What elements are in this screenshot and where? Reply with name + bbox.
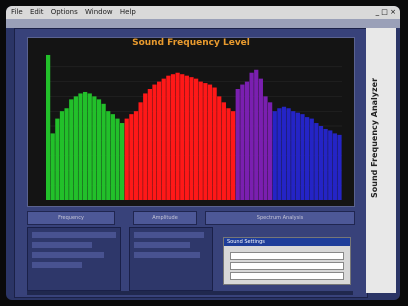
chart-bar [337, 134, 342, 200]
chart-bar [221, 102, 226, 200]
chart-bar [281, 106, 287, 200]
chart-bar [143, 93, 148, 200]
chart-bar [323, 128, 328, 200]
list-item[interactable] [134, 242, 190, 248]
menu-item-file[interactable]: File [11, 8, 23, 16]
chart-bar [166, 75, 171, 200]
chart-bar [106, 111, 111, 200]
chart-bar [120, 123, 125, 200]
chart-bar [240, 84, 245, 200]
menubar: File Edit Options Window Help _ □ × [6, 6, 400, 19]
chart-bar [295, 112, 300, 200]
chart-bar [175, 72, 180, 200]
chart-bar [309, 118, 314, 200]
chart-bar [87, 93, 92, 200]
chart-bar [129, 114, 134, 200]
chart-bar [161, 78, 166, 200]
chart-bar [277, 108, 282, 200]
dialog-title: Sound Settings [224, 238, 350, 246]
chart-bar [244, 81, 250, 200]
chart-title: Sound Frequency Level [132, 38, 250, 48]
chart-bar [203, 83, 208, 200]
chart-bar [328, 130, 333, 200]
dialog-field[interactable] [230, 272, 344, 280]
chart-bar [305, 117, 310, 200]
dialog-field[interactable] [230, 252, 344, 260]
chart-bar [212, 87, 217, 200]
chart-bar [59, 111, 65, 200]
chart-bar [180, 74, 185, 200]
chart-bar [226, 108, 231, 200]
tab-spectrum-analysis[interactable]: Spectrum Analysis [205, 211, 355, 225]
list-item[interactable] [32, 232, 116, 238]
tab-amplitude[interactable]: Amplitude [133, 211, 197, 225]
chart-bar [115, 118, 120, 200]
tab-frequency[interactable]: Frequency [27, 211, 115, 225]
app-window: Sound Frequency Level Frequency Amplitud… [14, 28, 368, 298]
settings-dialog: Sound Settings [223, 237, 351, 285]
menu-item-edit[interactable]: Edit [30, 8, 44, 16]
title-bar [6, 19, 400, 28]
chart-bar [96, 99, 102, 200]
list-item[interactable] [32, 242, 92, 248]
menu-item-help[interactable]: Help [120, 8, 136, 16]
chart-bar [138, 102, 143, 200]
chart-bar [263, 96, 268, 200]
frequency-chart [46, 54, 342, 200]
chart-bar [152, 84, 157, 200]
chart-panel: Sound Frequency Level [27, 37, 355, 207]
menu-item-options[interactable]: Options [51, 8, 78, 16]
list-item[interactable] [32, 262, 82, 268]
chart-bar [46, 54, 51, 200]
chart-bar [268, 102, 273, 200]
sidebar-panel: Sound Frequency Analyzer [366, 28, 396, 293]
tab-bar: Frequency Amplitude Spectrum Analysis [27, 211, 355, 225]
menu-item-window[interactable]: Window [85, 8, 113, 16]
chart-bar [184, 75, 189, 200]
chart-bar [235, 89, 240, 200]
chart-bar [92, 96, 97, 200]
chart-bar [55, 118, 60, 200]
chart-bar [258, 78, 263, 200]
chart-bar [147, 89, 152, 200]
chart-bar [101, 103, 106, 200]
chart-bar [249, 72, 254, 200]
chart-bar [194, 78, 199, 200]
list-item[interactable] [134, 232, 204, 238]
chart-bar [124, 118, 129, 200]
chart-bar [318, 126, 324, 200]
list-item[interactable] [134, 252, 200, 258]
chart-bar [207, 84, 213, 200]
chart-bar [291, 111, 296, 200]
chart-bar [189, 77, 194, 200]
chart-bar [217, 96, 222, 200]
left-panel [27, 227, 121, 291]
sidebar-title: Sound Frequency Analyzer [370, 77, 379, 198]
chart-bar [157, 81, 162, 200]
chart-bar [300, 114, 305, 200]
chart-bar [73, 96, 78, 200]
dialog-field[interactable] [230, 262, 344, 270]
chart-bar [314, 123, 319, 200]
chart-bar [69, 99, 74, 200]
chart-bar [64, 108, 69, 200]
list-item[interactable] [32, 252, 104, 258]
chart-bar [50, 133, 55, 200]
screen: File Edit Options Window Help _ □ × Soun… [6, 6, 400, 300]
chart-bar [170, 74, 176, 200]
chart-bar [198, 81, 203, 200]
chart-bar [110, 114, 115, 200]
chart-bar [286, 108, 291, 200]
status-bar [27, 291, 353, 295]
middle-panel [129, 227, 213, 291]
chart-bar [133, 111, 139, 200]
chart-bar [231, 111, 236, 200]
monitor-frame: File Edit Options Window Help _ □ × Soun… [0, 0, 408, 306]
chart-bar [254, 69, 259, 200]
chart-bar [83, 91, 88, 200]
chart-bar [272, 111, 277, 200]
chart-bar [332, 133, 337, 200]
window-controls[interactable]: _ □ × [376, 6, 396, 19]
chart-bar [78, 93, 83, 200]
